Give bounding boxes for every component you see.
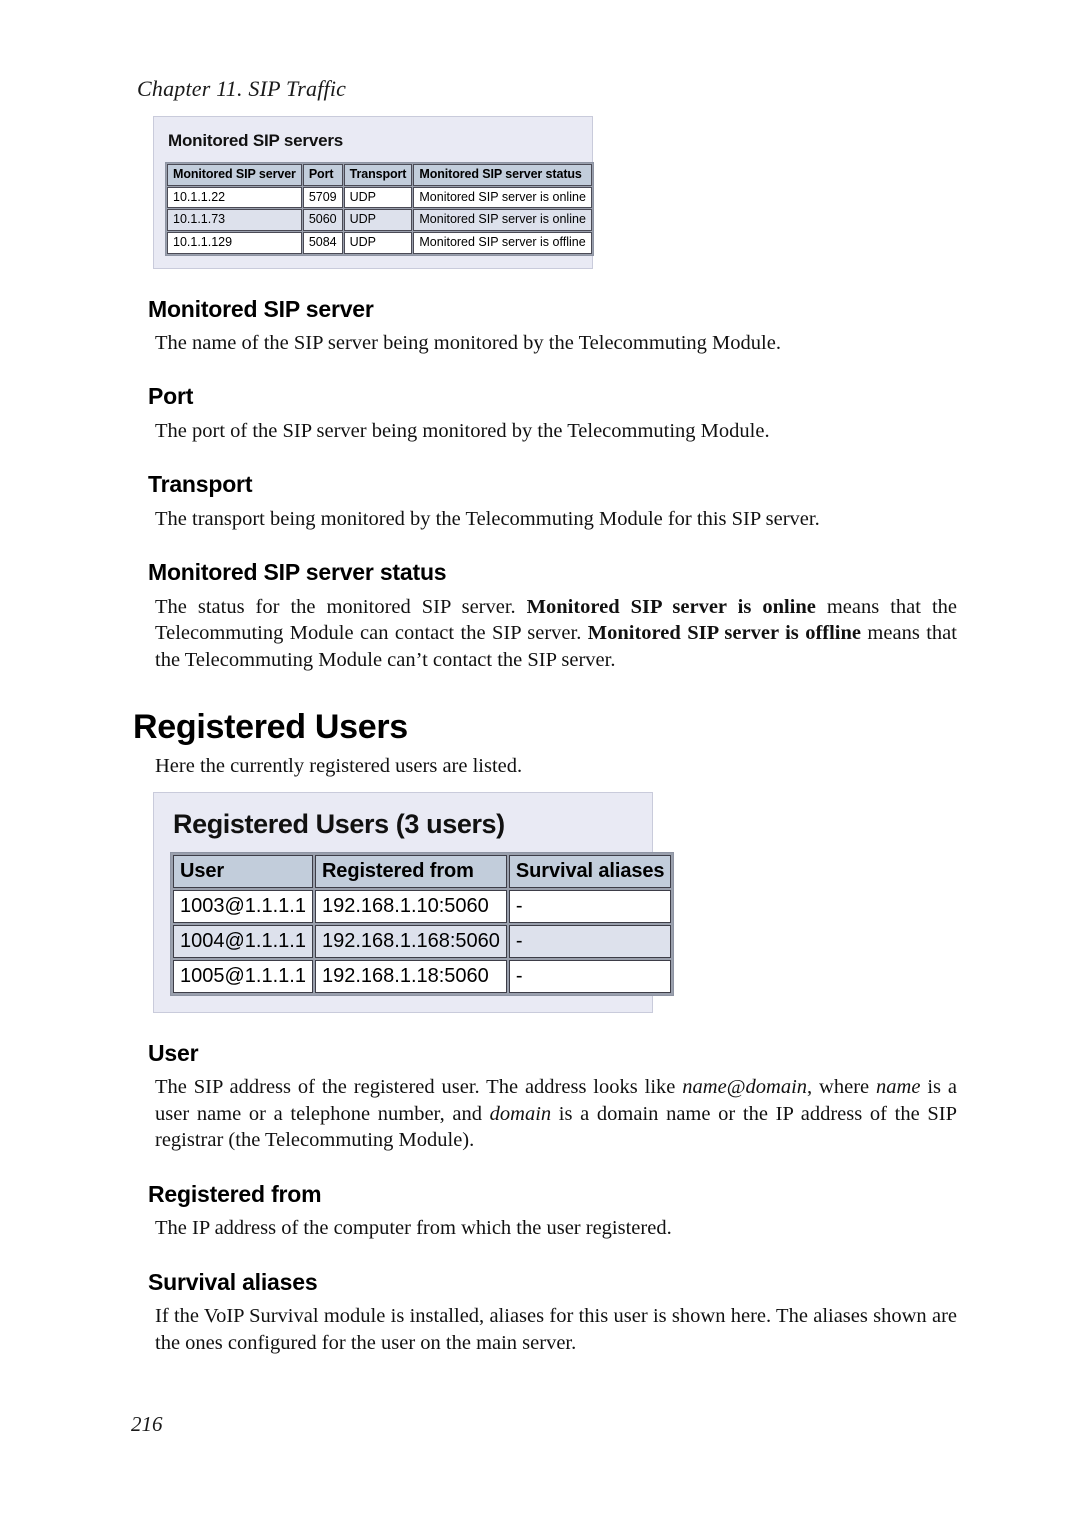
column-header-port: Port bbox=[302, 164, 343, 186]
cell-survival-aliases: - bbox=[508, 924, 672, 958]
monitored-sip-servers-panel: Monitored SIP servers Monitored SIP serv… bbox=[153, 116, 594, 269]
cell-registered-from: 192.168.1.168:5060 bbox=[314, 924, 507, 958]
cell-transport: UDP bbox=[343, 231, 413, 254]
paragraph-registered-from: The IP address of the computer from whic… bbox=[155, 1217, 672, 1240]
table-header-row: User Registered from Survival aliases bbox=[173, 854, 672, 888]
status-text-part-1: The status for the monitored SIP server. bbox=[155, 595, 527, 618]
cell-user: 1003@1.1.1.1 bbox=[173, 889, 313, 923]
table-row: 10.1.1.129 5084 UDP Monitored SIP server… bbox=[167, 231, 592, 254]
cell-port: 5060 bbox=[302, 209, 343, 231]
paragraph-monitored-sip-server: The name of the SIP server being monitor… bbox=[155, 331, 781, 354]
heading-port: Port bbox=[148, 383, 194, 410]
heading-registered-from: Registered from bbox=[148, 1181, 322, 1208]
column-header-transport: Transport bbox=[343, 164, 413, 186]
cell-transport: UDP bbox=[343, 209, 413, 231]
cell-user: 1004@1.1.1.1 bbox=[173, 924, 313, 958]
paragraph-port: The port of the SIP server being monitor… bbox=[155, 419, 770, 442]
column-header-monitored-sip-server-status: Monitored SIP server status bbox=[413, 164, 592, 186]
table-row: 10.1.1.22 5709 UDP Monitored SIP server … bbox=[167, 186, 592, 209]
cell-survival-aliases: - bbox=[508, 959, 672, 993]
table-row: 1003@1.1.1.1 192.168.1.10:5060 - bbox=[173, 889, 672, 923]
table-header-row: Monitored SIP server Port Transport Moni… bbox=[167, 164, 592, 186]
registered-users-panel-title: Registered Users (3 users) bbox=[173, 808, 505, 839]
user-name-emphasis: name bbox=[876, 1076, 921, 1099]
paragraph-survival-aliases: If the VoIP Survival module is installed… bbox=[155, 1305, 957, 1354]
registered-users-table: User Registered from Survival aliases 10… bbox=[170, 851, 675, 996]
user-name-at-domain-emphasis: name@domain bbox=[682, 1076, 808, 1099]
user-domain-emphasis: domain bbox=[489, 1102, 552, 1125]
monitored-sip-servers-panel-title: Monitored SIP servers bbox=[168, 131, 343, 150]
cell-server: 10.1.1.129 bbox=[167, 231, 302, 254]
column-header-registered-from: Registered from bbox=[314, 854, 507, 888]
cell-port: 5709 bbox=[302, 186, 343, 209]
cell-registered-from: 192.168.1.10:5060 bbox=[314, 889, 507, 923]
cell-registered-from: 192.168.1.18:5060 bbox=[314, 959, 507, 993]
cell-port: 5084 bbox=[302, 231, 343, 254]
heading-transport: Transport bbox=[148, 471, 253, 498]
cell-status: Monitored SIP server is offline bbox=[413, 231, 592, 254]
user-text-part-2: , where bbox=[807, 1076, 877, 1099]
paragraph-transport: The transport being monitored by the Tel… bbox=[155, 507, 820, 530]
heading-monitored-sip-server: Monitored SIP server bbox=[148, 295, 374, 322]
table-row: 10.1.1.73 5060 UDP Monitored SIP server … bbox=[167, 209, 592, 231]
heading-monitored-sip-server-status: Monitored SIP server status bbox=[148, 559, 447, 586]
table-row: 1005@1.1.1.1 192.168.1.18:5060 - bbox=[173, 959, 672, 993]
status-online-emphasis: Monitored SIP server is online bbox=[526, 595, 816, 618]
user-text-part-1: The SIP address of the registered user. … bbox=[155, 1076, 683, 1099]
heading-survival-aliases: Survival aliases bbox=[148, 1269, 318, 1296]
monitored-sip-servers-table: Monitored SIP server Port Transport Moni… bbox=[165, 162, 594, 256]
page-content: Monitored SIP servers Monitored SIP serv… bbox=[133, 110, 957, 1357]
column-header-user: User bbox=[173, 854, 313, 888]
cell-transport: UDP bbox=[343, 186, 413, 209]
paragraph-user: The SIP address of the registered user. … bbox=[133, 1074, 957, 1154]
page-number: 216 bbox=[131, 1412, 163, 1436]
cell-status: Monitored SIP server is online bbox=[413, 209, 592, 231]
table-row: 1004@1.1.1.1 192.168.1.168:5060 - bbox=[173, 924, 672, 958]
cell-server: 10.1.1.22 bbox=[167, 186, 302, 209]
column-header-monitored-sip-server: Monitored SIP server bbox=[167, 164, 302, 186]
cell-status: Monitored SIP server is online bbox=[413, 186, 592, 209]
paragraph-monitored-sip-server-status: The status for the monitored SIP server.… bbox=[133, 594, 957, 674]
running-head-chapter: Chapter 11. SIP Traffic bbox=[137, 76, 347, 101]
status-offline-emphasis: Monitored SIP server is offline bbox=[587, 622, 861, 645]
heading-user: User bbox=[148, 1039, 199, 1066]
cell-server: 10.1.1.73 bbox=[167, 209, 302, 231]
cell-survival-aliases: - bbox=[508, 889, 672, 923]
heading-registered-users: Registered Users bbox=[133, 707, 408, 746]
paragraph-registered-users-intro: Here the currently registered users are … bbox=[155, 755, 523, 778]
cell-user: 1005@1.1.1.1 bbox=[173, 959, 313, 993]
column-header-survival-aliases: Survival aliases bbox=[508, 854, 672, 888]
registered-users-panel: Registered Users (3 users) User Register… bbox=[153, 791, 675, 1013]
